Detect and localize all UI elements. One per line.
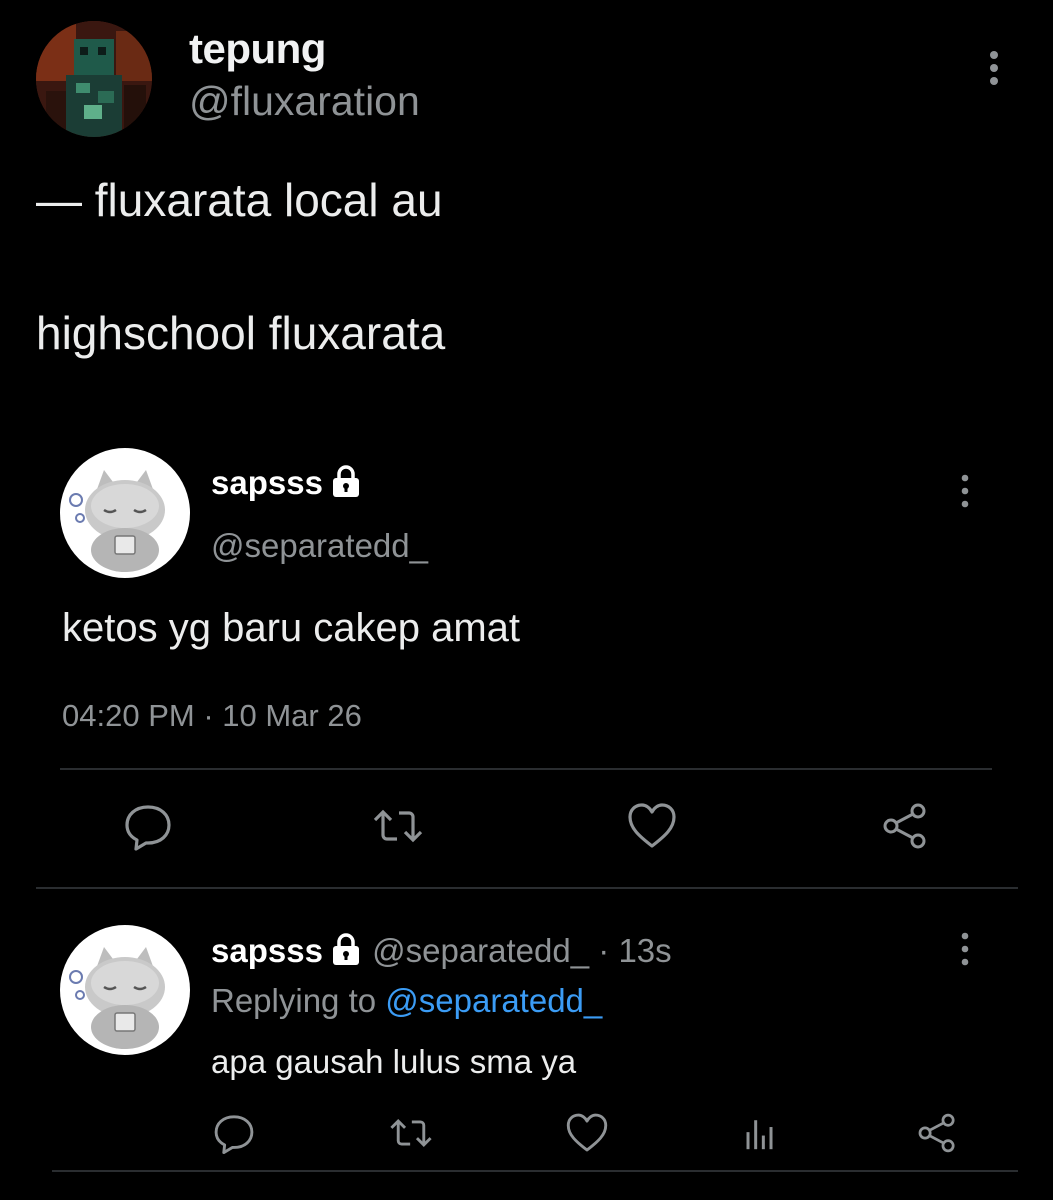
post-text-line: highschool fluxarata <box>36 307 446 359</box>
lock-icon <box>329 932 363 966</box>
like-icon[interactable] <box>564 1110 610 1156</box>
replying-mention[interactable]: @separatedd_ <box>385 982 602 1019</box>
reply-text: apa gausah lulus sma ya <box>211 1043 577 1080</box>
author-name[interactable]: tepung <box>189 25 326 73</box>
reply-author-avatar[interactable] <box>60 925 190 1055</box>
reply-icon[interactable] <box>121 799 175 853</box>
share-icon[interactable] <box>914 1110 960 1156</box>
views-bar-chart-icon[interactable] <box>738 1110 784 1156</box>
divider <box>52 1170 1018 1172</box>
reply-more-options-icon[interactable] <box>957 932 973 966</box>
time-separator: · <box>598 932 610 969</box>
replying-to: Replying to @separatedd_ <box>211 982 602 1020</box>
retweet-icon[interactable] <box>371 799 425 853</box>
lock-icon <box>329 464 363 498</box>
reply-author-handle[interactable]: @separatedd_ <box>372 932 589 969</box>
reply-author-name[interactable]: sapsss <box>211 932 323 969</box>
quoted-tweet-text: ketos yg baru cakep amat <box>62 606 521 650</box>
avatar-image <box>36 21 152 137</box>
divider <box>60 768 992 770</box>
like-icon[interactable] <box>625 799 679 853</box>
author-handle[interactable]: @fluxaration <box>189 78 420 125</box>
quoted-date: 10 Mar 26 <box>222 698 362 733</box>
quoted-author-name-row[interactable]: sapsss <box>211 464 363 502</box>
post-text-line: — fluxarata local au <box>36 174 443 226</box>
quoted-more-options-icon[interactable] <box>957 474 973 508</box>
quoted-time: 04:20 PM <box>62 698 195 733</box>
reply-header: sapsss @separatedd_ · 13s <box>211 932 672 970</box>
quoted-tweet-timestamp: 04:20 PM · 10 Mar 26 <box>62 698 362 734</box>
divider <box>36 887 1018 889</box>
share-icon[interactable] <box>878 799 932 853</box>
reply-icon[interactable] <box>211 1110 257 1156</box>
cat-avatar-image <box>60 448 190 578</box>
quoted-author-name: sapsss <box>211 464 323 501</box>
author-avatar[interactable] <box>36 21 152 137</box>
meta-separator: · <box>194 698 223 733</box>
more-options-icon[interactable] <box>983 50 1005 86</box>
quoted-author-avatar[interactable] <box>60 448 190 578</box>
reply-time-ago: 13s <box>618 932 672 969</box>
retweet-icon[interactable] <box>388 1110 434 1156</box>
cat-avatar-image <box>60 925 190 1055</box>
replying-prefix: Replying to <box>211 982 386 1019</box>
quoted-author-handle[interactable]: @separatedd_ <box>211 527 428 565</box>
